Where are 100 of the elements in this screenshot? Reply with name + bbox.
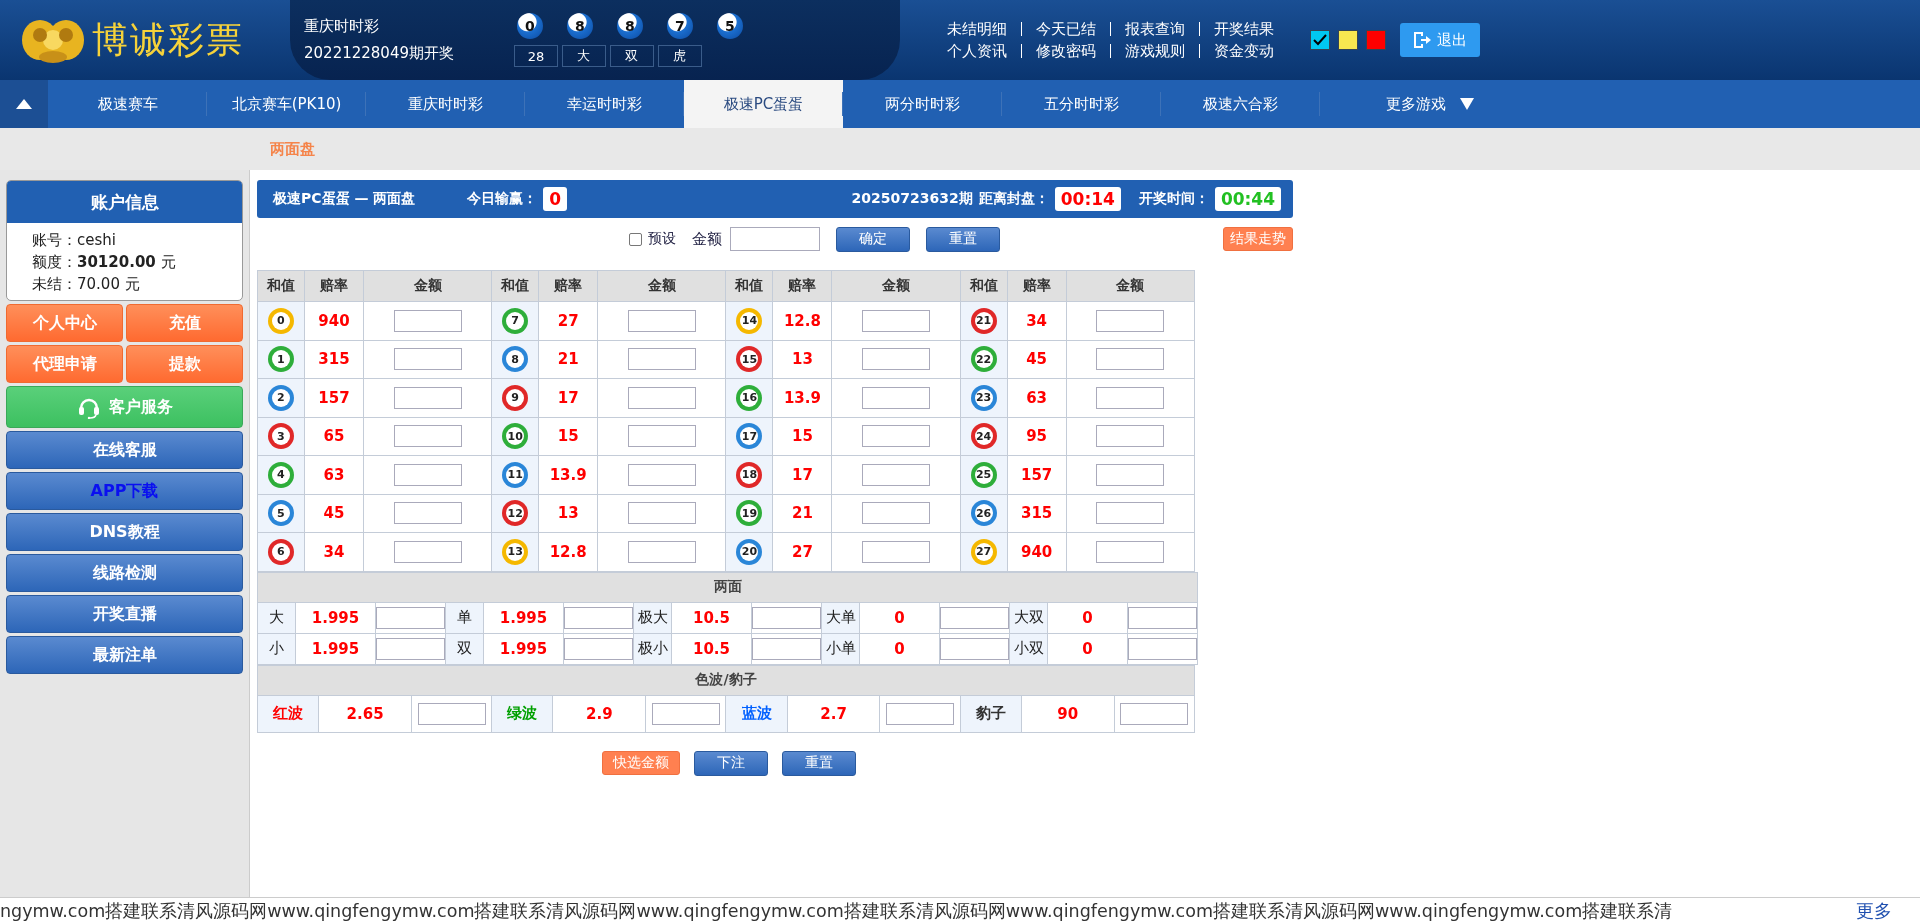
game-tab[interactable]: 北京赛车(PK10) xyxy=(207,80,366,128)
close-label: 距离封盘： xyxy=(978,190,1049,208)
amount-field[interactable] xyxy=(940,637,1009,660)
odds-cell: 63 xyxy=(304,455,364,494)
theme-swatch[interactable] xyxy=(1366,30,1386,50)
odds-cell: 2.65 xyxy=(318,695,412,732)
sidebar-button[interactable]: 个人中心 xyxy=(6,304,123,342)
amount-field[interactable] xyxy=(862,309,931,332)
amount-field[interactable] xyxy=(1096,502,1165,525)
amount-field[interactable] xyxy=(730,227,820,251)
sidebar-button[interactable]: 提款 xyxy=(126,345,243,383)
amount-field[interactable] xyxy=(1096,540,1165,563)
amount-field[interactable] xyxy=(940,606,1009,629)
amount-field[interactable] xyxy=(1096,425,1165,448)
column-header: 和值 xyxy=(960,270,1008,302)
amount-field[interactable] xyxy=(752,637,821,660)
amount-field[interactable] xyxy=(862,425,931,448)
amount-field[interactable] xyxy=(862,502,931,525)
header-link[interactable]: 游戏规则 xyxy=(1110,44,1199,58)
amount-field[interactable] xyxy=(376,637,445,660)
amount-field[interactable] xyxy=(1096,309,1165,332)
number-ball: 2 xyxy=(267,384,294,411)
odds-cell: 27 xyxy=(538,301,598,340)
amount-field[interactable] xyxy=(627,309,696,332)
header-link[interactable]: 修改密码 xyxy=(1021,44,1110,58)
amount-field[interactable] xyxy=(627,348,696,371)
game-tab[interactable]: 重庆时时彩 xyxy=(366,80,525,128)
theme-swatch[interactable] xyxy=(1338,30,1358,50)
sidebar-button[interactable]: 在线客服 xyxy=(6,431,243,469)
amount-field[interactable] xyxy=(651,702,720,725)
sidebar-button[interactable]: DNS教程 xyxy=(6,513,243,551)
amount-field[interactable] xyxy=(862,386,931,409)
number-ball: 10 xyxy=(502,423,529,450)
amount-field[interactable] xyxy=(393,540,462,563)
number-ball: 26 xyxy=(970,500,997,527)
amount-field[interactable] xyxy=(862,463,931,486)
caret-icon xyxy=(1460,98,1474,110)
column-header: 和值 xyxy=(491,270,539,302)
amount-field[interactable] xyxy=(376,606,445,629)
reset-button[interactable]: 重置 xyxy=(926,226,1000,252)
amount-field[interactable] xyxy=(417,702,486,725)
amount-field[interactable] xyxy=(393,348,462,371)
game-tab[interactable]: 五分时时彩 xyxy=(1002,80,1161,128)
header-link[interactable]: 未结明细 xyxy=(947,22,1021,36)
amount-field[interactable] xyxy=(1096,348,1165,371)
amount-field[interactable] xyxy=(627,540,696,563)
trend-button[interactable]: 结果走势 xyxy=(1223,227,1293,251)
game-tab[interactable]: 极速赛车 xyxy=(48,80,207,128)
game-tab[interactable]: 两分时时彩 xyxy=(843,80,1002,128)
column-header: 赔率 xyxy=(538,270,598,302)
theme-swatch[interactable] xyxy=(1310,30,1330,50)
amount-field[interactable] xyxy=(627,502,696,525)
amount-field[interactable] xyxy=(862,348,931,371)
header-link[interactable]: 报表查询 xyxy=(1110,22,1199,36)
amount-field[interactable] xyxy=(393,502,462,525)
amount-field[interactable] xyxy=(862,540,931,563)
header-link[interactable]: 资金变动 xyxy=(1199,44,1288,58)
game-tab[interactable]: 极速PC蛋蛋 xyxy=(684,80,843,128)
amount-field[interactable] xyxy=(564,637,633,660)
place-bet-button[interactable]: 下注 xyxy=(694,750,768,776)
sidebar-button[interactable]: 充值 xyxy=(126,304,243,342)
odds-cell: 0 xyxy=(1047,602,1128,633)
preset-checkbox[interactable] xyxy=(629,232,642,246)
reset-button[interactable]: 重置 xyxy=(782,750,856,776)
amount-field[interactable] xyxy=(1120,702,1189,725)
amount-field[interactable] xyxy=(627,425,696,448)
amount-field[interactable] xyxy=(1096,463,1165,486)
collapse-arrow-icon xyxy=(16,99,32,109)
amount-field[interactable] xyxy=(564,606,633,629)
sidebar-button[interactable]: 代理申请 xyxy=(6,345,123,383)
amount-field[interactable] xyxy=(886,702,955,725)
number-ball: 20 xyxy=(736,538,763,565)
header-link[interactable]: 个人资讯 xyxy=(947,44,1021,58)
sidebar-button[interactable]: 线路检测 xyxy=(6,554,243,592)
game-tab[interactable]: 幸运时时彩 xyxy=(525,80,684,128)
more-games-menu[interactable]: 更多游戏 xyxy=(1320,80,1540,128)
quick-amount-button[interactable]: 快选金额 xyxy=(602,750,680,775)
amount-field[interactable] xyxy=(1096,386,1165,409)
sidebar-button[interactable]: 开奖直播 xyxy=(6,595,243,633)
odds-cell: 15 xyxy=(772,417,832,456)
logout-button[interactable]: 退出 xyxy=(1400,23,1480,57)
amount-field[interactable] xyxy=(1128,606,1198,629)
game-tab[interactable]: 极速六合彩 xyxy=(1161,80,1320,128)
confirm-button[interactable]: 确定 xyxy=(836,226,910,252)
amount-field[interactable] xyxy=(627,386,696,409)
collapse-button[interactable] xyxy=(0,80,48,128)
header-link[interactable]: 今天已结 xyxy=(1021,22,1110,36)
amount-field[interactable] xyxy=(393,425,462,448)
amount-field[interactable] xyxy=(752,606,821,629)
odds-cell: 27 xyxy=(772,532,832,571)
amount-field[interactable] xyxy=(627,463,696,486)
more-link[interactable]: 更多 xyxy=(1856,899,1920,923)
amount-field[interactable] xyxy=(393,309,462,332)
header-link[interactable]: 开奖结果 xyxy=(1199,22,1288,36)
game-title: 极速PC蛋蛋 — 两面盘 xyxy=(273,190,416,208)
amount-field[interactable] xyxy=(393,463,462,486)
amount-field[interactable] xyxy=(393,386,462,409)
result-tag: 双 xyxy=(610,45,654,67)
amount-field[interactable] xyxy=(1128,637,1198,660)
sidebar-button[interactable]: 最新注单 xyxy=(6,636,243,674)
